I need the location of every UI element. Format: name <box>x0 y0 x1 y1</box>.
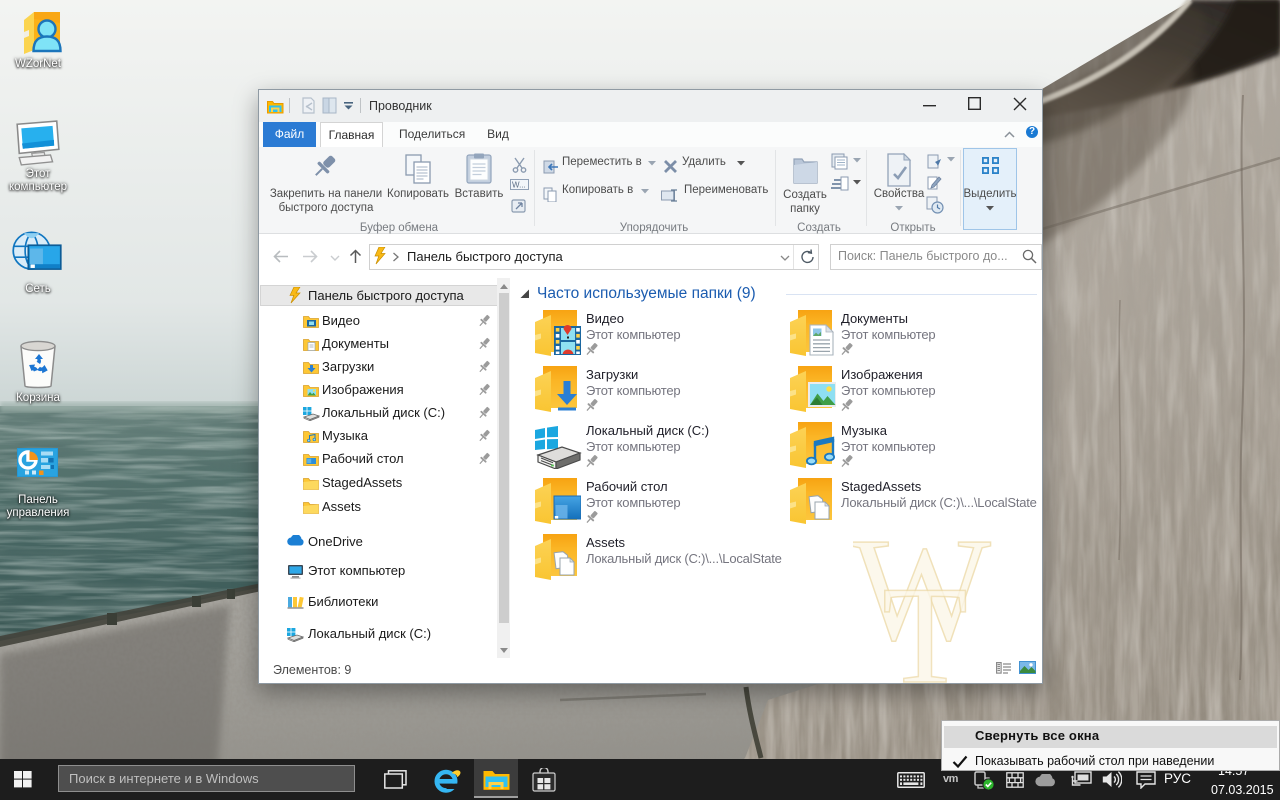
svg-text:W...: W... <box>512 181 526 190</box>
